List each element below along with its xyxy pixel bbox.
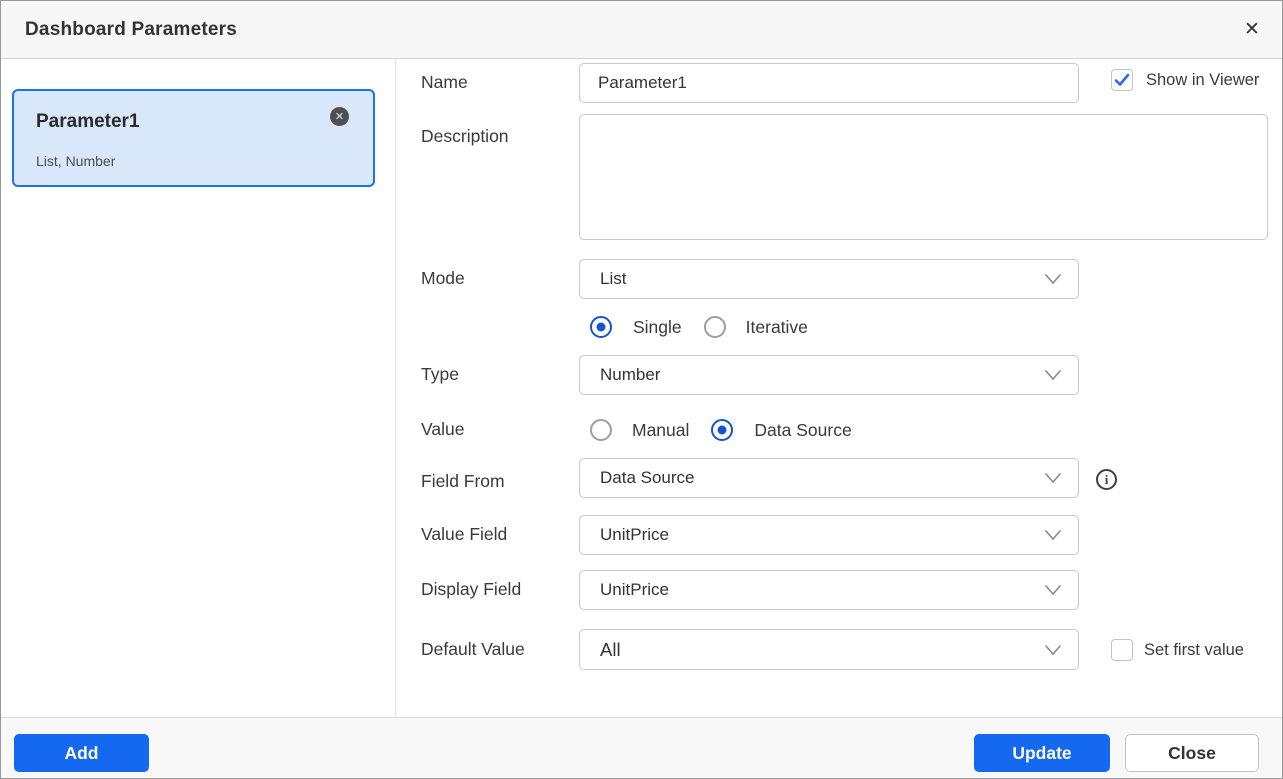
dialog-title: Dashboard Parameters <box>25 19 237 41</box>
default-value-label: Default Value <box>421 637 525 661</box>
field-from-label: Field From <box>421 469 505 493</box>
name-label: Name <box>421 70 468 94</box>
field-from-select-value: Data Source <box>600 468 695 488</box>
close-icon[interactable]: ✕ <box>1238 16 1266 44</box>
default-value-select[interactable]: All <box>579 629 1079 670</box>
mode-radio-group: Single Iterative <box>590 316 808 338</box>
parameter-card[interactable]: Parameter1 List, Number ✕ <box>12 89 375 187</box>
iterative-radio-label[interactable]: Iterative <box>746 317 808 338</box>
show-in-viewer-label: Show in Viewer <box>1146 71 1259 90</box>
parameter-card-meta: List, Number <box>36 153 115 169</box>
data-source-radio[interactable] <box>711 419 733 441</box>
mode-select-value: List <box>600 269 626 289</box>
display-field-select[interactable]: UnitPrice <box>579 570 1079 610</box>
data-source-radio-label[interactable]: Data Source <box>754 420 851 441</box>
display-field-select-value: UnitPrice <box>600 580 669 600</box>
set-first-value-group: Set first value <box>1111 639 1244 661</box>
dashboard-parameters-dialog: Dashboard Parameters ✕ Parameter1 List, … <box>0 0 1283 779</box>
info-icon[interactable]: i <box>1096 469 1117 490</box>
manual-radio-label[interactable]: Manual <box>632 420 689 441</box>
chevron-down-icon <box>1044 644 1062 656</box>
footer-bar: Add Update Close <box>1 717 1282 778</box>
type-select-value: Number <box>600 365 660 385</box>
set-first-value-label: Set first value <box>1144 641 1244 660</box>
description-label: Description <box>421 124 509 148</box>
value-field-select[interactable]: UnitPrice <box>579 515 1079 555</box>
default-value-select-value: All <box>600 639 621 661</box>
checkmark-icon <box>1114 73 1130 87</box>
value-field-select-value: UnitPrice <box>600 525 669 545</box>
mode-label: Mode <box>421 266 465 290</box>
add-button[interactable]: Add <box>14 734 149 772</box>
single-radio-label[interactable]: Single <box>633 317 682 338</box>
value-radio-group: Manual Data Source <box>590 419 852 441</box>
manual-radio[interactable] <box>590 419 612 441</box>
close-button[interactable]: Close <box>1125 734 1259 772</box>
field-from-select[interactable]: Data Source <box>579 458 1079 498</box>
parameter-card-title: Parameter1 <box>36 111 140 133</box>
chevron-down-icon <box>1044 472 1062 484</box>
delete-parameter-icon[interactable]: ✕ <box>330 107 349 126</box>
type-label: Type <box>421 362 459 386</box>
set-first-value-checkbox[interactable] <box>1111 639 1133 661</box>
show-in-viewer-checkbox[interactable] <box>1111 69 1133 91</box>
mode-select[interactable]: List <box>579 259 1079 299</box>
chevron-down-icon <box>1044 529 1062 541</box>
name-input[interactable] <box>579 63 1079 103</box>
description-textarea[interactable] <box>579 114 1268 240</box>
type-select[interactable]: Number <box>579 355 1079 395</box>
chevron-down-icon <box>1044 273 1062 285</box>
show-in-viewer-group: Show in Viewer <box>1111 69 1259 91</box>
parameter-form: Name Show in Viewer Description Mode Lis… <box>397 59 1282 717</box>
chevron-down-icon <box>1044 369 1062 381</box>
title-bar: Dashboard Parameters ✕ <box>1 1 1282 59</box>
single-radio[interactable] <box>590 316 612 338</box>
parameter-list-panel: Parameter1 List, Number ✕ <box>1 59 396 717</box>
value-label: Value <box>421 417 464 441</box>
iterative-radio[interactable] <box>704 316 726 338</box>
value-field-label: Value Field <box>421 522 507 546</box>
update-button[interactable]: Update <box>974 734 1110 772</box>
chevron-down-icon <box>1044 584 1062 596</box>
display-field-label: Display Field <box>421 577 521 601</box>
